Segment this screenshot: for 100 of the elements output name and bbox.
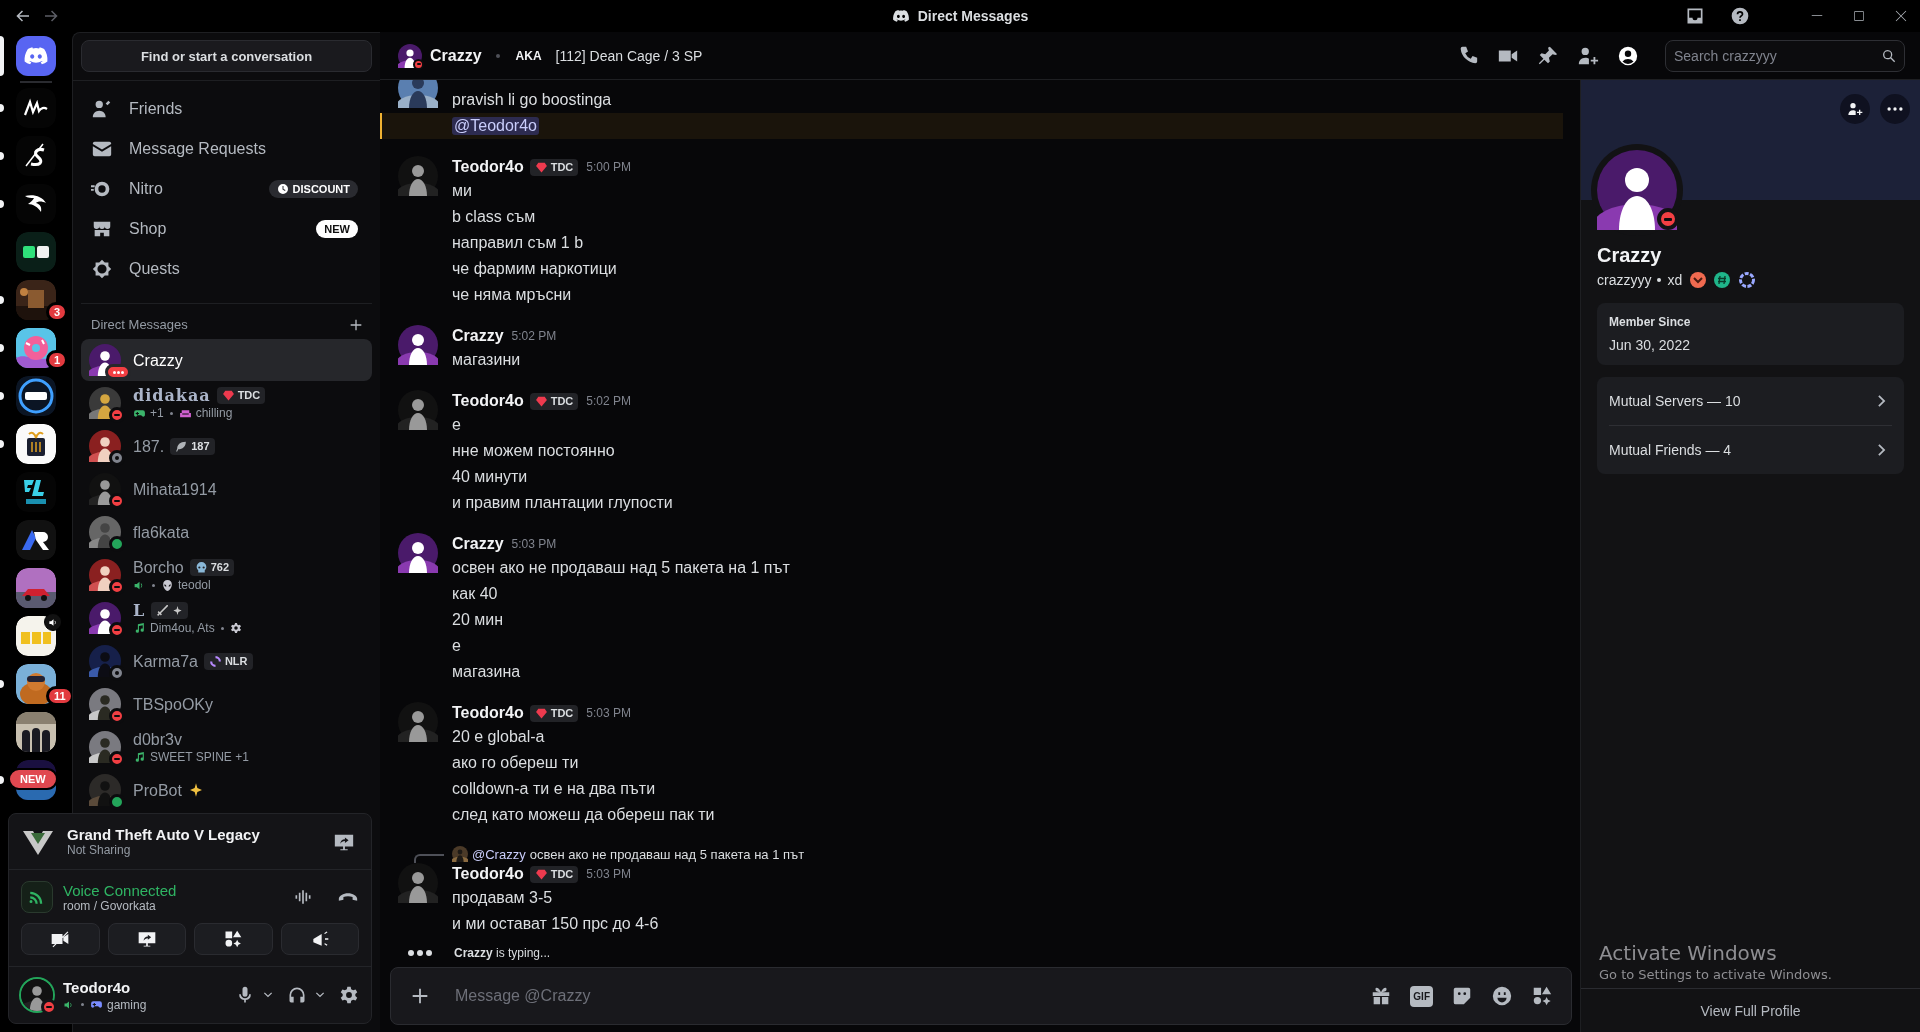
gif-button[interactable]: GIF [1410,985,1433,1007]
activity-text: +1 [150,405,164,421]
dm-item[interactable]: Crazzy [81,339,372,381]
custom-status: teodol [178,577,211,593]
mention-link[interactable]: @Teodor4o [452,117,539,135]
view-profile-link[interactable]: View Full Profile [1700,1002,1801,1019]
more-button[interactable] [1880,94,1910,124]
help-icon[interactable] [1730,6,1750,26]
activation-text: Go to Settings to activate Windows. [1599,967,1832,982]
mutuals-row[interactable]: Mutual Friends — 4 [1609,426,1892,474]
author-name[interactable]: Teodor4o [452,704,524,722]
author-name[interactable]: Crazzy [452,327,504,345]
headphones-icon[interactable] [287,985,307,1005]
apps-icon[interactable] [1531,985,1553,1007]
author-name[interactable]: Teodor4o [452,158,524,176]
nav-item[interactable]: Nitro DISCOUNT [81,169,372,209]
separator-dot [152,583,155,587]
nav-item[interactable]: Message Requests [81,129,372,169]
voice-status[interactable]: Voice Connected [63,881,269,899]
dm-item[interactable]: d0br3v SWEET SPINE +1 [81,726,372,768]
separator-dot [169,411,173,415]
gamepad-icon [90,998,103,1011]
server-icon[interactable] [16,616,56,656]
signal-icon [21,881,53,913]
badge-text: DISCOUNT [292,183,350,195]
new-badge: NEW [316,220,358,238]
author-name[interactable]: Teodor4o [452,392,524,410]
typing-dots-icon [408,950,432,956]
tag-text: TDC [550,868,574,880]
chevron-badge-icon [1690,272,1707,288]
tag-text: TDC [550,395,574,407]
message-text: освен ако не продаваш над 5 пакета на 1 път [452,559,790,577]
screen-share-icon [136,929,157,949]
quests-icon [91,258,113,280]
dm-item[interactable]: didakaa TDC +1 chilling [81,382,372,424]
dm-item[interactable]: Borcho 762 teodol [81,554,372,596]
pin-icon[interactable] [1537,44,1559,67]
message-composer[interactable]: Message @Crazzy GIF [390,967,1572,1025]
avatar [398,156,438,196]
message-text: след като можеш да обереш пак ти [452,806,715,824]
music-note-icon [133,750,146,764]
server-icon[interactable] [16,232,56,272]
avatar [398,43,422,68]
dm-item[interactable]: L Dim4ou, Ats [81,597,372,639]
message-text: направил съм 1 b [452,234,584,252]
dm-item[interactable]: ProBot [81,769,372,811]
home-button[interactable] [16,36,56,76]
author-name[interactable]: Teodor4o [452,865,524,883]
member-since-date: Jun 30, 2022 [1609,337,1691,353]
screen-share-button[interactable] [107,923,186,955]
dm-item[interactable]: fla6kata [81,511,372,553]
username: d0br3v [133,729,182,749]
timestamp: 5:02 PM [511,329,557,343]
camera-button[interactable] [21,923,100,955]
message-text: ми [452,182,472,200]
profile-icon[interactable] [1617,44,1639,67]
dm-item[interactable]: Mihata1914 [81,468,372,510]
server-icon[interactable] [16,520,56,560]
sticker-icon[interactable] [1451,985,1473,1007]
nav-item[interactable]: Quests [81,249,372,289]
soundboard-button[interactable] [280,923,359,955]
game-title: Grand Theft Auto V Legacy [67,826,261,843]
search-button[interactable]: Find or start a conversation [81,40,372,72]
username: didakaa [133,385,211,405]
dm-item[interactable]: Karma7a NLR [81,640,372,682]
separator-dot [1657,278,1662,282]
author-name[interactable]: Crazzy [452,535,504,553]
avatar [398,702,438,742]
inbox-icon[interactable] [1685,6,1705,26]
leaf-icon [175,439,189,453]
avatar [398,325,438,365]
reply-author[interactable]: @Crazzy [472,846,526,862]
message-input[interactable]: Message @Crazzy [453,981,1371,1011]
tag-text: NLR [224,655,248,667]
sparkle-icon [172,604,184,616]
add-friend-button[interactable] [1840,94,1870,124]
message-text: ако го обереш ти [452,754,579,772]
server-icon[interactable] [16,376,56,416]
apps-icon [223,929,244,949]
activities-button[interactable] [194,923,273,955]
voice-channel[interactable]: room / Govorkata [63,898,269,913]
reply-text[interactable]: освен ако не продаваш над 5 пакета на 1 път [529,846,805,862]
dm-item[interactable]: 187. 187 [81,425,372,467]
search-field[interactable]: Search crazzyyy [1665,39,1905,72]
nav-item[interactable]: Shop NEW [81,209,372,249]
plus-icon[interactable] [348,317,364,333]
card-heading: Member Since [1609,315,1692,329]
dm-item[interactable]: TBSpoOKy [81,683,372,725]
gem-icon [534,867,548,881]
mutuals-row[interactable]: Mutual Servers — 10 [1609,377,1892,425]
nav-item[interactable]: Friends [81,89,372,129]
channel-name: Crazzy [430,46,482,65]
server-icon[interactable] [16,424,56,464]
maximize-icon[interactable] [1851,8,1867,24]
smiley-icon[interactable] [1491,985,1513,1007]
gem-icon [534,160,548,174]
username: Borcho [133,557,184,577]
sound-wave-icon[interactable] [293,887,313,907]
tag-text: 762 [210,561,230,573]
settings-icon[interactable] [339,985,359,1005]
